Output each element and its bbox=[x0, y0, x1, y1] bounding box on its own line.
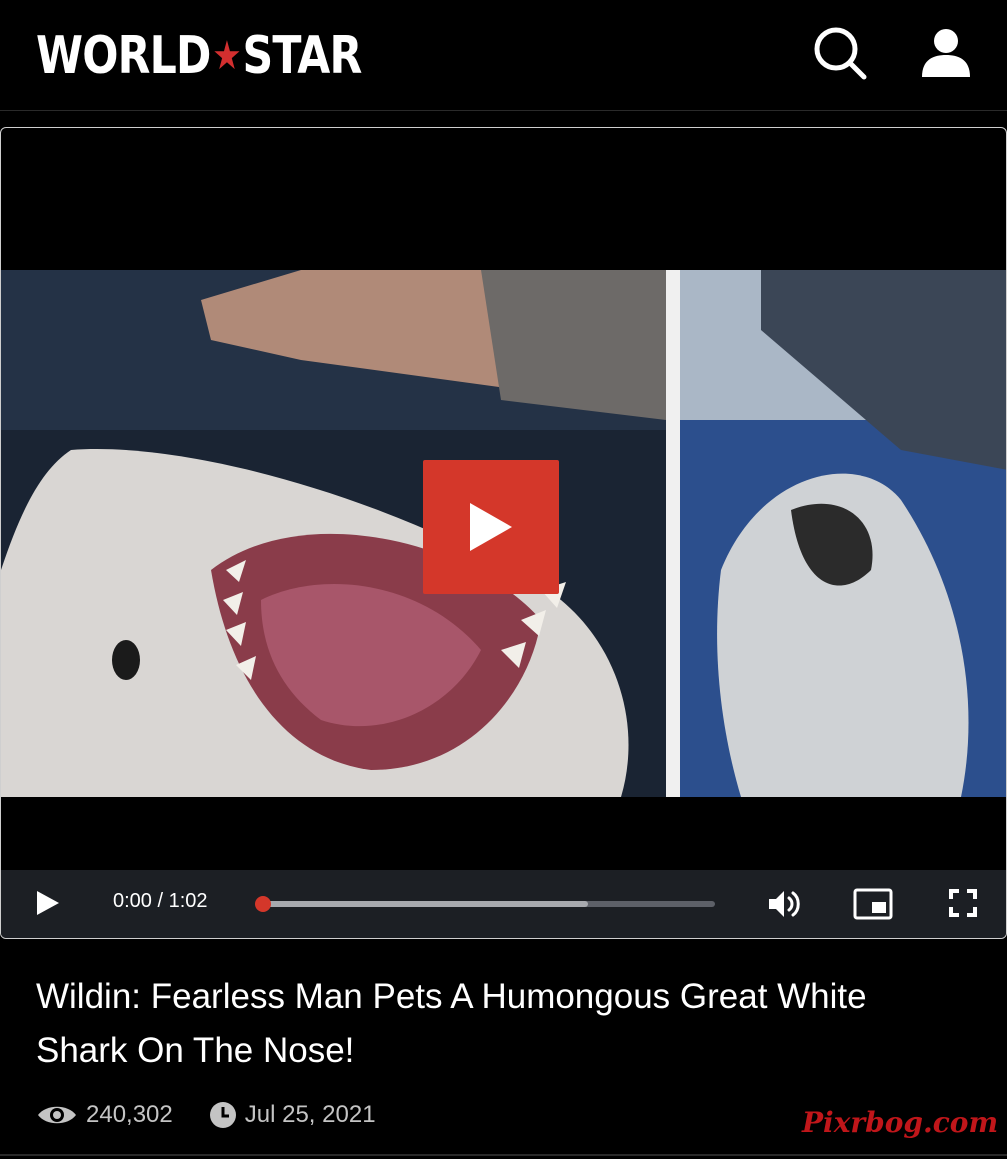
big-play-button[interactable] bbox=[423, 460, 559, 594]
progress-track[interactable] bbox=[255, 896, 715, 912]
picture-in-picture-icon[interactable] bbox=[853, 887, 893, 921]
progress-knob[interactable] bbox=[255, 896, 271, 912]
user-icon[interactable] bbox=[918, 25, 974, 81]
view-count: 240,302 bbox=[36, 1101, 173, 1129]
post-date-text: Jul 25, 2021 bbox=[244, 1101, 376, 1128]
video-player[interactable]: 0:00 / 1:02 bbox=[0, 127, 1007, 939]
search-icon[interactable] bbox=[812, 25, 868, 81]
video-meta: 240,302 Jul 25, 2021 bbox=[36, 1096, 412, 1134]
site-header: WORLD ★ STAR bbox=[0, 0, 1007, 111]
view-count-text: 240,302 bbox=[86, 1101, 173, 1128]
divider bbox=[0, 1154, 1007, 1156]
volume-icon[interactable] bbox=[767, 887, 801, 921]
video-controls-bar: 0:00 / 1:02 bbox=[1, 870, 1006, 938]
post-date: Jul 25, 2021 bbox=[209, 1101, 376, 1129]
buffered-bar bbox=[263, 901, 589, 907]
time-display: 0:00 / 1:02 bbox=[113, 890, 208, 912]
eye-icon bbox=[38, 1106, 76, 1124]
play-icon bbox=[470, 503, 512, 551]
video-title: Wildin: Fearless Man Pets A Humongous Gr… bbox=[36, 977, 867, 1070]
logo-text-left: WORLD bbox=[36, 26, 211, 86]
clock-icon bbox=[209, 1102, 236, 1128]
logo-star-icon: ★ bbox=[212, 33, 241, 79]
fullscreen-icon[interactable] bbox=[947, 887, 979, 919]
play-icon[interactable] bbox=[35, 889, 61, 917]
watermark: Pixrbog.com bbox=[802, 1106, 999, 1139]
worldstar-logo[interactable]: WORLD ★ STAR bbox=[36, 20, 362, 92]
logo-text-right: STAR bbox=[242, 26, 362, 86]
